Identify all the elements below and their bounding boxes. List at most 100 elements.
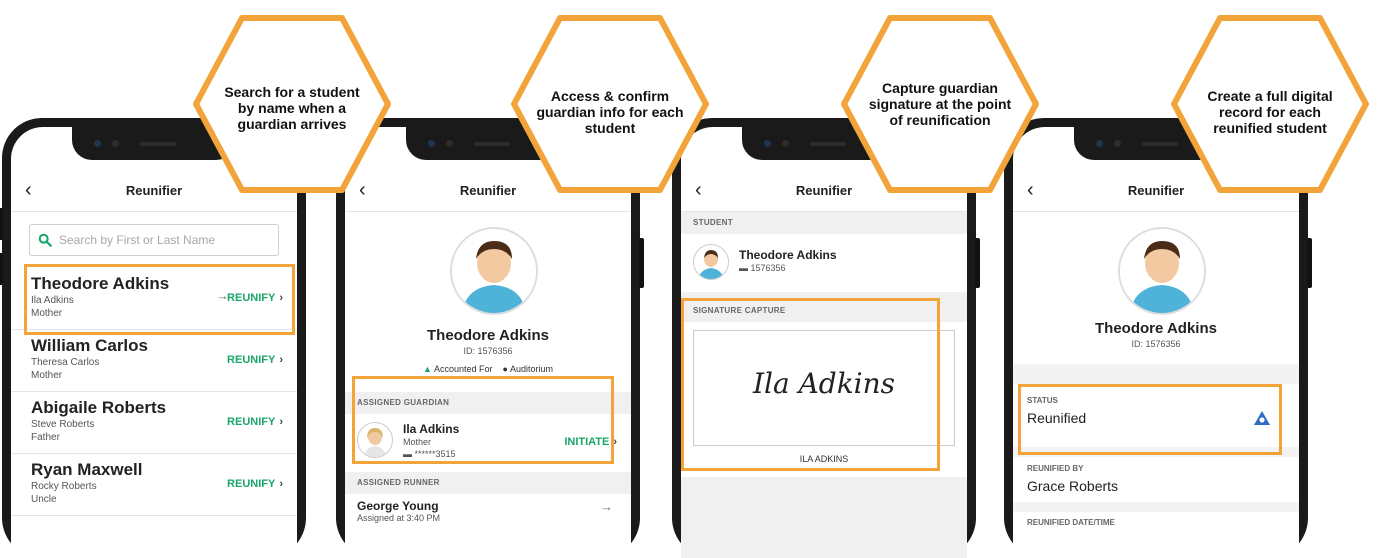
guardian-name: Ila Adkins xyxy=(403,422,460,436)
guardian-relation: Father xyxy=(31,432,60,443)
volume-button xyxy=(0,208,3,240)
callout-text: Search for a student by name when a guar… xyxy=(224,84,360,132)
sensor-icon xyxy=(446,140,453,147)
student-name: Theodore Adkins xyxy=(739,248,837,262)
runner-icon: → xyxy=(600,499,613,514)
volume-button xyxy=(0,253,3,285)
power-button xyxy=(975,238,980,288)
sensor-icon xyxy=(112,140,119,147)
id-card-icon: ▬ xyxy=(739,263,748,273)
guardian-relation: Mother xyxy=(403,437,432,447)
speaker-grille xyxy=(140,142,176,146)
chevron-right-icon: › xyxy=(279,416,283,428)
student-row[interactable]: William Carlos Theresa Carlos Mother REU… xyxy=(11,330,297,392)
signature-ink: Ila Adkins xyxy=(752,367,896,400)
student-row: Theodore Adkins ▬ 1576356 xyxy=(681,234,967,292)
status-line: ▲ Accounted For ● Auditorium xyxy=(345,364,631,374)
student-id-line: ▬ 1576356 xyxy=(739,263,786,273)
student-row[interactable]: Theodore Adkins Ila Adkins Mother → REUN… xyxy=(11,268,297,330)
guardian-relation: Uncle xyxy=(31,494,57,505)
reunify-label: REUNIFY xyxy=(227,478,276,490)
reunify-button[interactable]: REUNIFY › xyxy=(227,292,283,304)
section-spacer xyxy=(1013,447,1299,457)
student-name: Theodore Adkins xyxy=(31,274,170,293)
id-card-icon: ▬ xyxy=(403,449,412,459)
initiate-button[interactable]: INITIATE › xyxy=(564,436,617,448)
speaker-grille xyxy=(474,142,510,146)
reunify-label: REUNIFY xyxy=(227,354,276,366)
student-section-header: STUDENT xyxy=(681,212,967,234)
student-photo-icon xyxy=(452,229,536,313)
reunified-by-label: REUNIFIED BY xyxy=(1027,464,1084,473)
status-value: Reunified xyxy=(1027,410,1087,426)
guardian-phone: ******3515 xyxy=(414,449,456,459)
student-row[interactable]: Ryan Maxwell Rocky Roberts Uncle REUNIFY… xyxy=(11,454,297,516)
student-name: Abigaile Roberts xyxy=(31,398,167,417)
student-id: ID: 1576356 xyxy=(463,346,513,356)
camera-icon xyxy=(764,140,771,147)
student-row[interactable]: Abigaile Roberts Steve Roberts Father RE… xyxy=(11,392,297,454)
sensor-icon xyxy=(782,140,789,147)
search-icon xyxy=(38,233,52,247)
student-avatar xyxy=(693,244,729,280)
student-avatar xyxy=(450,227,538,315)
signature-pad[interactable]: Ila Adkins xyxy=(693,330,955,446)
location-pin-icon: ● xyxy=(502,364,508,374)
reunified-by-value: Grace Roberts xyxy=(1027,478,1119,494)
camera-icon xyxy=(94,140,101,147)
chevron-right-icon: › xyxy=(279,292,283,304)
guardian-avatar xyxy=(357,422,393,458)
accounted-triangle-icon: ▲ xyxy=(423,364,432,374)
guardian-section-header: ASSIGNED GUARDIAN xyxy=(345,392,631,414)
runner-name: George Young xyxy=(357,499,439,513)
signer-name: ILA ADKINS xyxy=(799,454,849,464)
chevron-right-icon: › xyxy=(279,354,283,366)
student-name: William Carlos xyxy=(31,336,148,355)
guardian-row[interactable]: Ila Adkins Mother ▬ ******3515 INITIATE › xyxy=(345,414,631,470)
status-label: STATUS xyxy=(1027,396,1058,405)
reunify-label: REUNIFY xyxy=(227,416,276,428)
student-avatar xyxy=(1118,227,1206,315)
nav-title: Reunifier xyxy=(125,183,183,198)
section-spacer xyxy=(1013,502,1299,512)
signature-section-header: SIGNATURE CAPTURE xyxy=(681,300,967,322)
callout-text: Access & confirm guardian info for each … xyxy=(536,88,684,136)
student-photo-icon xyxy=(1120,229,1204,313)
callout-text: Create a full digital record for each re… xyxy=(1207,88,1333,136)
record-screen: Theodore Adkins ID: 1576356 STATUS Reuni… xyxy=(1013,212,1299,558)
sensor-icon xyxy=(1114,140,1121,147)
power-button xyxy=(639,238,644,288)
back-chevron-icon[interactable]: ‹ xyxy=(25,171,32,209)
reunified-status-icon xyxy=(1254,411,1270,425)
location-label: Auditorium xyxy=(509,364,553,374)
search-input[interactable]: Search by First or Last Name xyxy=(29,224,279,256)
reunify-button[interactable]: REUNIFY › xyxy=(227,354,283,366)
student-id: ID: 1576356 xyxy=(1131,339,1181,349)
student-name: Theodore Adkins xyxy=(1095,320,1217,337)
search-placeholder: Search by First or Last Name xyxy=(59,233,216,247)
guardian-phone-line: ▬ ******3515 xyxy=(403,449,456,459)
signature-area: Ila Adkins ILA ADKINS xyxy=(681,322,967,477)
guardian-relation: Mother xyxy=(31,308,63,319)
student-photo-icon xyxy=(698,250,724,279)
runner-section-header: ASSIGNED RUNNER xyxy=(345,472,631,494)
chevron-right-icon: › xyxy=(613,436,617,448)
guardian-relation: Mother xyxy=(31,370,63,381)
student-list-screen: Search by First or Last Name Theodore Ad… xyxy=(11,212,297,558)
student-name: Theodore Adkins xyxy=(427,327,549,344)
accounted-status: Accounted For xyxy=(433,364,493,374)
reunify-button[interactable]: REUNIFY › xyxy=(227,478,283,490)
reunified-datetime-label: REUNIFIED DATE/TIME xyxy=(1027,518,1115,527)
student-id: 1576356 xyxy=(750,263,786,273)
initiate-label: INITIATE xyxy=(564,436,610,448)
camera-icon xyxy=(428,140,435,147)
guardian-photo-icon xyxy=(363,428,387,457)
nav-title: Reunifier xyxy=(459,183,517,198)
student-name: Ryan Maxwell xyxy=(31,460,143,479)
camera-icon xyxy=(1096,140,1103,147)
student-detail-screen: Theodore Adkins ID: 1576356 ▲ Accounted … xyxy=(345,212,631,558)
reunify-button[interactable]: REUNIFY › xyxy=(227,416,283,428)
reunify-label: REUNIFY xyxy=(227,292,276,304)
signature-screen: STUDENT Theodore Adkins ▬ 1576356 SIGNAT… xyxy=(681,212,967,558)
chevron-right-icon: › xyxy=(279,478,283,490)
